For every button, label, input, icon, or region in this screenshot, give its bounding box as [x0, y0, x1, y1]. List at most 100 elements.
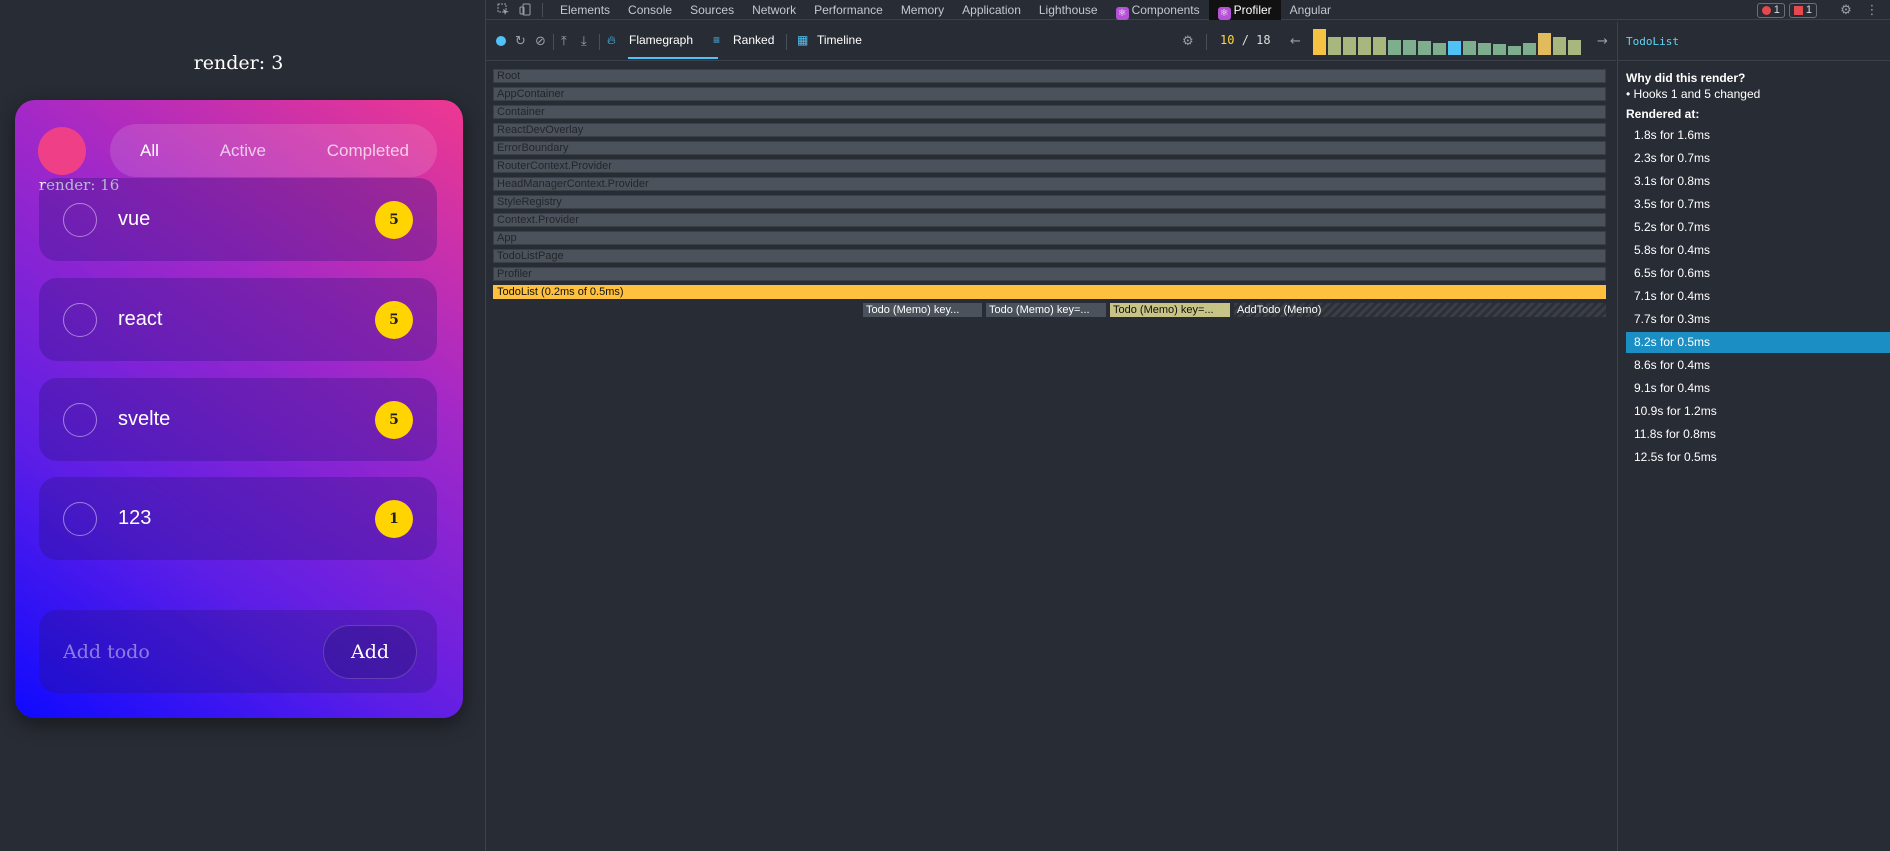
- settings-gear-icon[interactable]: ⚙: [1835, 0, 1857, 20]
- add-todo-button[interactable]: Add: [323, 625, 417, 679]
- commit-bar[interactable]: [1568, 40, 1581, 55]
- prev-commit-icon[interactable]: ←: [1290, 34, 1301, 49]
- rendered-at-item[interactable]: 12.5s for 0.5ms: [1626, 447, 1890, 468]
- commit-bar[interactable]: [1433, 43, 1446, 55]
- todo-checkbox[interactable]: [63, 501, 97, 536]
- rendered-at-item[interactable]: 3.5s for 0.7ms: [1626, 194, 1890, 215]
- commit-bar[interactable]: [1508, 46, 1521, 55]
- flame-node[interactable]: Root: [493, 69, 1606, 83]
- todo-checkbox[interactable]: [63, 402, 97, 437]
- flame-node[interactable]: Container: [493, 105, 1606, 119]
- commit-bar[interactable]: [1463, 41, 1476, 55]
- tab-memory[interactable]: Memory: [892, 0, 953, 20]
- commit-bar[interactable]: [1313, 29, 1326, 55]
- next-commit-icon[interactable]: →: [1597, 34, 1608, 49]
- commit-bar[interactable]: [1523, 43, 1536, 55]
- commit-bar[interactable]: [1478, 43, 1491, 55]
- active-tab-indicator: [628, 57, 718, 59]
- flame-child-node[interactable]: Todo (Memo) key...: [863, 303, 982, 317]
- rendered-at-item[interactable]: 7.1s for 0.4ms: [1626, 286, 1890, 307]
- flame-child-node[interactable]: AddTodo (Memo): [1234, 303, 1606, 317]
- commit-bar[interactable]: [1388, 40, 1401, 55]
- flame-node[interactable]: TodoListPage: [493, 249, 1606, 263]
- todo-checkbox[interactable]: [63, 302, 97, 337]
- commit-bar[interactable]: [1373, 37, 1386, 55]
- profiler-tab-flamegraph[interactable]: Flamegraph: [629, 33, 693, 47]
- commit-bar[interactable]: [1403, 40, 1416, 55]
- rendered-at-item[interactable]: 10.9s for 1.2ms: [1626, 401, 1890, 422]
- download-icon[interactable]: ⤓: [581, 34, 587, 49]
- commit-bar[interactable]: [1418, 41, 1431, 55]
- flame-node[interactable]: ReactDevOverlay: [493, 123, 1606, 137]
- issue-count-badge[interactable]: 1: [1788, 2, 1817, 18]
- flame-node[interactable]: HeadManagerContext.Provider: [493, 177, 1606, 191]
- commit-bar[interactable]: [1493, 44, 1506, 55]
- flame-child-node[interactable]: Todo (Memo) key=...: [1110, 303, 1230, 317]
- flame-node[interactable]: Context.Provider: [493, 213, 1606, 227]
- flame-node[interactable]: AppContainer: [493, 87, 1606, 101]
- profiler-settings-icon[interactable]: ⚙: [1182, 34, 1194, 49]
- commit-bar[interactable]: [1328, 37, 1341, 55]
- commit-total: 18: [1256, 33, 1271, 47]
- rendered-at-item[interactable]: 2.3s for 0.7ms: [1626, 148, 1890, 169]
- flame-node[interactable]: App: [493, 231, 1606, 245]
- tab-application[interactable]: Application: [953, 0, 1030, 20]
- tab-profiler[interactable]: ⚛ Profiler: [1208, 0, 1281, 20]
- commit-bar[interactable]: [1448, 41, 1461, 55]
- tab-components[interactable]: ⚛ Components: [1107, 0, 1209, 20]
- inspect-element-icon[interactable]: [492, 0, 514, 20]
- tab-elements[interactable]: Elements: [551, 0, 619, 20]
- profiler-tab-ranked[interactable]: Ranked: [733, 33, 774, 47]
- rendered-at-item[interactable]: 5.8s for 0.4ms: [1626, 240, 1890, 261]
- tab-performance[interactable]: Performance: [805, 0, 892, 20]
- devtools-status: 1 1 ⚙ ⋮: [1756, 0, 1890, 20]
- app-render-counter: render: 3: [193, 52, 284, 74]
- profiler-tab-timeline[interactable]: Timeline: [817, 33, 862, 47]
- add-todo-input[interactable]: [63, 634, 293, 670]
- filter-completed[interactable]: Completed: [327, 141, 409, 161]
- flame-node[interactable]: StyleRegistry: [493, 195, 1606, 209]
- flame-node[interactable]: ErrorBoundary: [493, 141, 1606, 155]
- commit-bar[interactable]: [1538, 33, 1551, 55]
- device-toolbar-icon[interactable]: [514, 0, 536, 20]
- record-icon[interactable]: [496, 36, 506, 46]
- more-options-icon[interactable]: ⋮: [1861, 0, 1883, 20]
- clear-icon[interactable]: ⊘: [535, 34, 546, 49]
- add-todo-row: Add: [39, 610, 437, 693]
- tab-angular[interactable]: Angular: [1281, 0, 1340, 20]
- rendered-at-item[interactable]: 3.1s for 0.8ms: [1626, 171, 1890, 192]
- tab-components-label: Components: [1131, 2, 1200, 17]
- todo-text: react: [118, 308, 163, 330]
- todo-count-badge: 5: [375, 300, 413, 339]
- todo-item: 123 1: [39, 477, 437, 560]
- rendered-at-item[interactable]: 9.1s for 0.4ms: [1626, 378, 1890, 399]
- rendered-at-item[interactable]: 8.6s for 0.4ms: [1626, 355, 1890, 376]
- filter-all[interactable]: All: [140, 141, 159, 161]
- tab-lighthouse[interactable]: Lighthouse: [1030, 0, 1107, 20]
- rendered-at-item[interactable]: 6.5s for 0.6ms: [1626, 263, 1890, 284]
- issue-icon: [1793, 5, 1803, 15]
- rendered-at-item[interactable]: 5.2s for 0.7ms: [1626, 217, 1890, 238]
- rendered-at-item[interactable]: 1.8s for 1.6ms: [1626, 125, 1890, 146]
- commit-bar[interactable]: [1553, 37, 1566, 55]
- commit-bar[interactable]: [1343, 37, 1356, 55]
- flame-node[interactable]: RouterContext.Provider: [493, 159, 1606, 173]
- filter-active[interactable]: Active: [220, 141, 266, 161]
- tab-console[interactable]: Console: [619, 0, 681, 20]
- tab-network[interactable]: Network: [743, 0, 805, 20]
- flame-node[interactable]: Profiler: [493, 267, 1606, 281]
- profiler-toolbar: ↻ ⊘ ⤒ ⤓ 🔥︎ Flamegraph ≡ Ranked ▦ Timelin…: [486, 22, 1616, 61]
- flame-child-node[interactable]: Todo (Memo) key=...: [986, 303, 1106, 317]
- tab-sources[interactable]: Sources: [681, 0, 743, 20]
- upload-icon[interactable]: ⤒: [561, 34, 567, 49]
- todo-checkbox[interactable]: [63, 202, 97, 237]
- flame-node[interactable]: TodoList (0.2ms of 0.5ms): [493, 285, 1606, 299]
- commit-current: 10: [1220, 33, 1235, 47]
- error-icon: [1761, 5, 1771, 15]
- error-count-badge[interactable]: 1: [1756, 2, 1785, 18]
- rendered-at-item[interactable]: 8.2s for 0.5ms: [1626, 332, 1890, 353]
- rendered-at-item[interactable]: 11.8s for 0.8ms: [1626, 424, 1890, 445]
- reload-icon[interactable]: ↻: [515, 34, 526, 49]
- commit-bar[interactable]: [1358, 37, 1371, 55]
- rendered-at-item[interactable]: 7.7s for 0.3ms: [1626, 309, 1890, 330]
